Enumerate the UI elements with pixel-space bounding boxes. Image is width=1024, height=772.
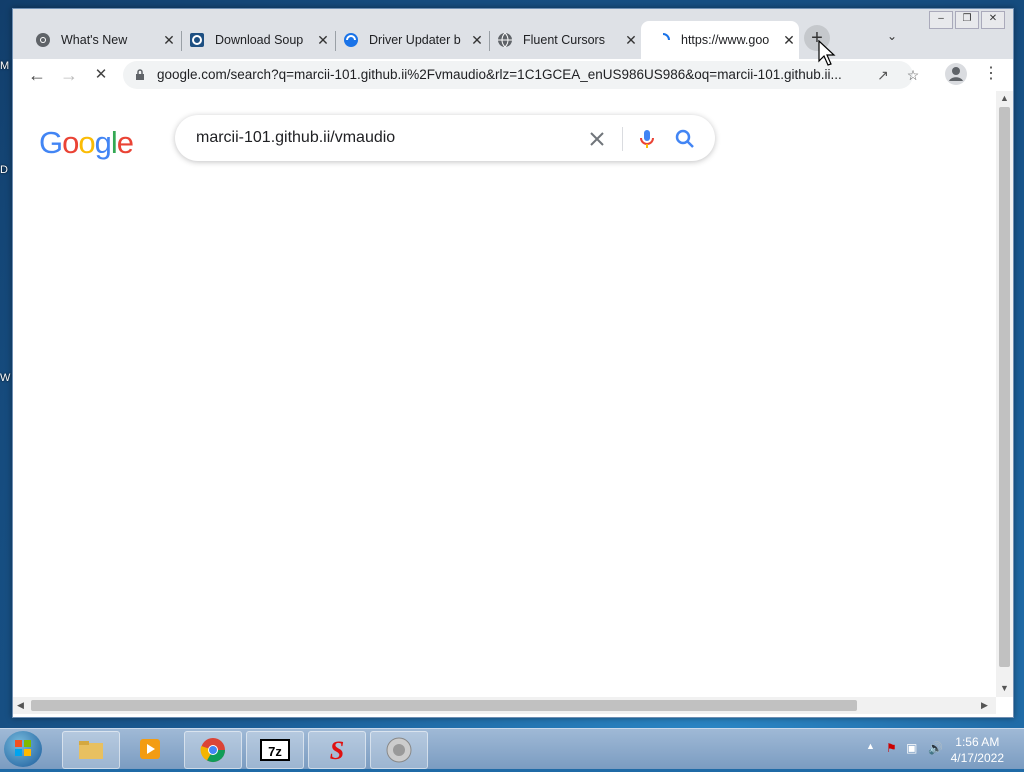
volume-icon[interactable]: 🔊 [928,741,943,755]
window-controls: – ❐ ✕ [929,11,1005,29]
divider [622,127,623,151]
7zip-icon[interactable]: 7z [246,731,304,769]
desktop-icon-label[interactable]: D [0,164,8,176]
url-text[interactable]: google.com/search?q=marcii-101.github.ii… [157,67,857,82]
forward-icon[interactable]: → [57,63,81,87]
scroll-left-icon[interactable]: ◀ [17,700,24,711]
media-player-icon[interactable] [122,731,178,767]
tab-search-icon[interactable]: ⌄ [887,29,897,43]
globe-icon [498,32,512,48]
download-icon [190,33,204,47]
tab-fluent-cursors[interactable]: Fluent Cursors ✕ [483,21,641,59]
horizontal-scrollbar[interactable]: ◀ ▶ [13,697,996,714]
logo-letter: o [78,125,95,160]
mouse-cursor-icon [818,40,836,66]
tab-google-search[interactable]: https://www.goo ✕ [641,21,799,59]
tab-title: What's New [61,33,128,47]
search-box[interactable]: marcii-101.github.ii/vmaudio [175,115,715,161]
chrome-icon [36,33,50,47]
tab-strip: – ❐ ✕ What's New ✕ Download Soup ✕ Drive… [13,9,1013,59]
start-button[interactable] [4,731,42,767]
scroll-right-icon[interactable]: ▶ [981,700,988,711]
address-bar[interactable]: google.com/search?q=marcii-101.github.ii… [123,61,919,89]
close-tab-icon[interactable]: ✕ [779,32,799,49]
tab-title: Driver Updater b [369,33,461,47]
back-icon[interactable]: ← [25,63,49,87]
vertical-scrollbar[interactable]: ▲ ▼ [996,91,1013,697]
network-icon[interactable]: ▣ [906,741,920,755]
taskbar: 7z S ▲ ⚑ ▣ 🔊 1:56 AM 4/17/2022 [0,728,1024,769]
scroll-up-icon[interactable]: ▲ [1000,93,1009,103]
chrome-icon[interactable] [184,731,242,769]
search-input[interactable]: marcii-101.github.ii/vmaudio [196,129,395,147]
profile-avatar-icon[interactable] [945,63,967,85]
scrollbar-thumb[interactable] [999,107,1010,667]
clock-date: 4/17/2022 [950,751,1004,765]
logo-letter: e [116,125,134,160]
show-hidden-icons-icon[interactable]: ▲ [866,741,880,755]
share-icon[interactable]: ↗ [873,65,893,85]
desktop-icon-label[interactable]: M [0,60,9,72]
clock-time: 1:56 AM [955,735,1000,749]
logo-letter: G [39,125,63,160]
action-center-icon[interactable]: ⚑ [886,741,900,755]
file-explorer-icon[interactable] [62,731,120,769]
tab-whats-new[interactable]: What's New ✕ [21,21,179,59]
clear-icon[interactable] [585,127,609,151]
stop-loading-icon[interactable]: ✕ [89,63,113,87]
s-app-icon[interactable]: S [308,731,366,769]
driver-updater-icon [344,33,358,47]
lock-icon[interactable] [135,69,145,80]
restore-button[interactable]: ❐ [955,11,979,29]
chrome-window: – ❐ ✕ What's New ✕ Download Soup ✕ Drive… [12,8,1014,718]
svg-text:7z: 7z [268,744,282,759]
tab-driver-updater[interactable]: Driver Updater b ✕ [329,21,487,59]
scroll-down-icon[interactable]: ▼ [1000,683,1009,693]
tab-title: https://www.goo [681,33,770,47]
page-content: Google marcii-101.github.ii/vmaudio [13,91,996,697]
clock[interactable]: 1:56 AM 4/17/2022 [951,734,1004,766]
search-icon[interactable] [673,127,697,151]
google-logo[interactable]: Google [39,125,134,161]
minimize-button[interactable]: – [929,11,953,29]
scrollbar-thumb[interactable] [31,700,857,711]
system-tray: ▲ ⚑ ▣ 🔊 1:56 AM 4/17/2022 [844,729,1024,769]
loading-spinner-icon [662,33,670,41]
close-window-button[interactable]: ✕ [981,11,1005,29]
tab-title: Download Soup [215,33,304,47]
desktop-icon-label[interactable]: W [0,372,10,384]
tab-download-soup[interactable]: Download Soup ✕ [175,21,333,59]
microphone-icon[interactable] [635,127,659,151]
browser-toolbar: ← → ✕ google.com/search?q=marcii-101.git… [13,59,1013,91]
bookmark-star-icon[interactable]: ☆ [903,65,923,85]
menu-kebab-icon[interactable]: ⋮ [983,63,999,85]
tab-title: Fluent Cursors [523,33,605,47]
logo-letter: g [94,125,112,160]
svg-text:S: S [330,736,344,764]
logo-letter: o [62,125,79,160]
close-tab-icon[interactable]: ✕ [621,32,641,49]
speaker-app-icon[interactable] [370,731,428,769]
